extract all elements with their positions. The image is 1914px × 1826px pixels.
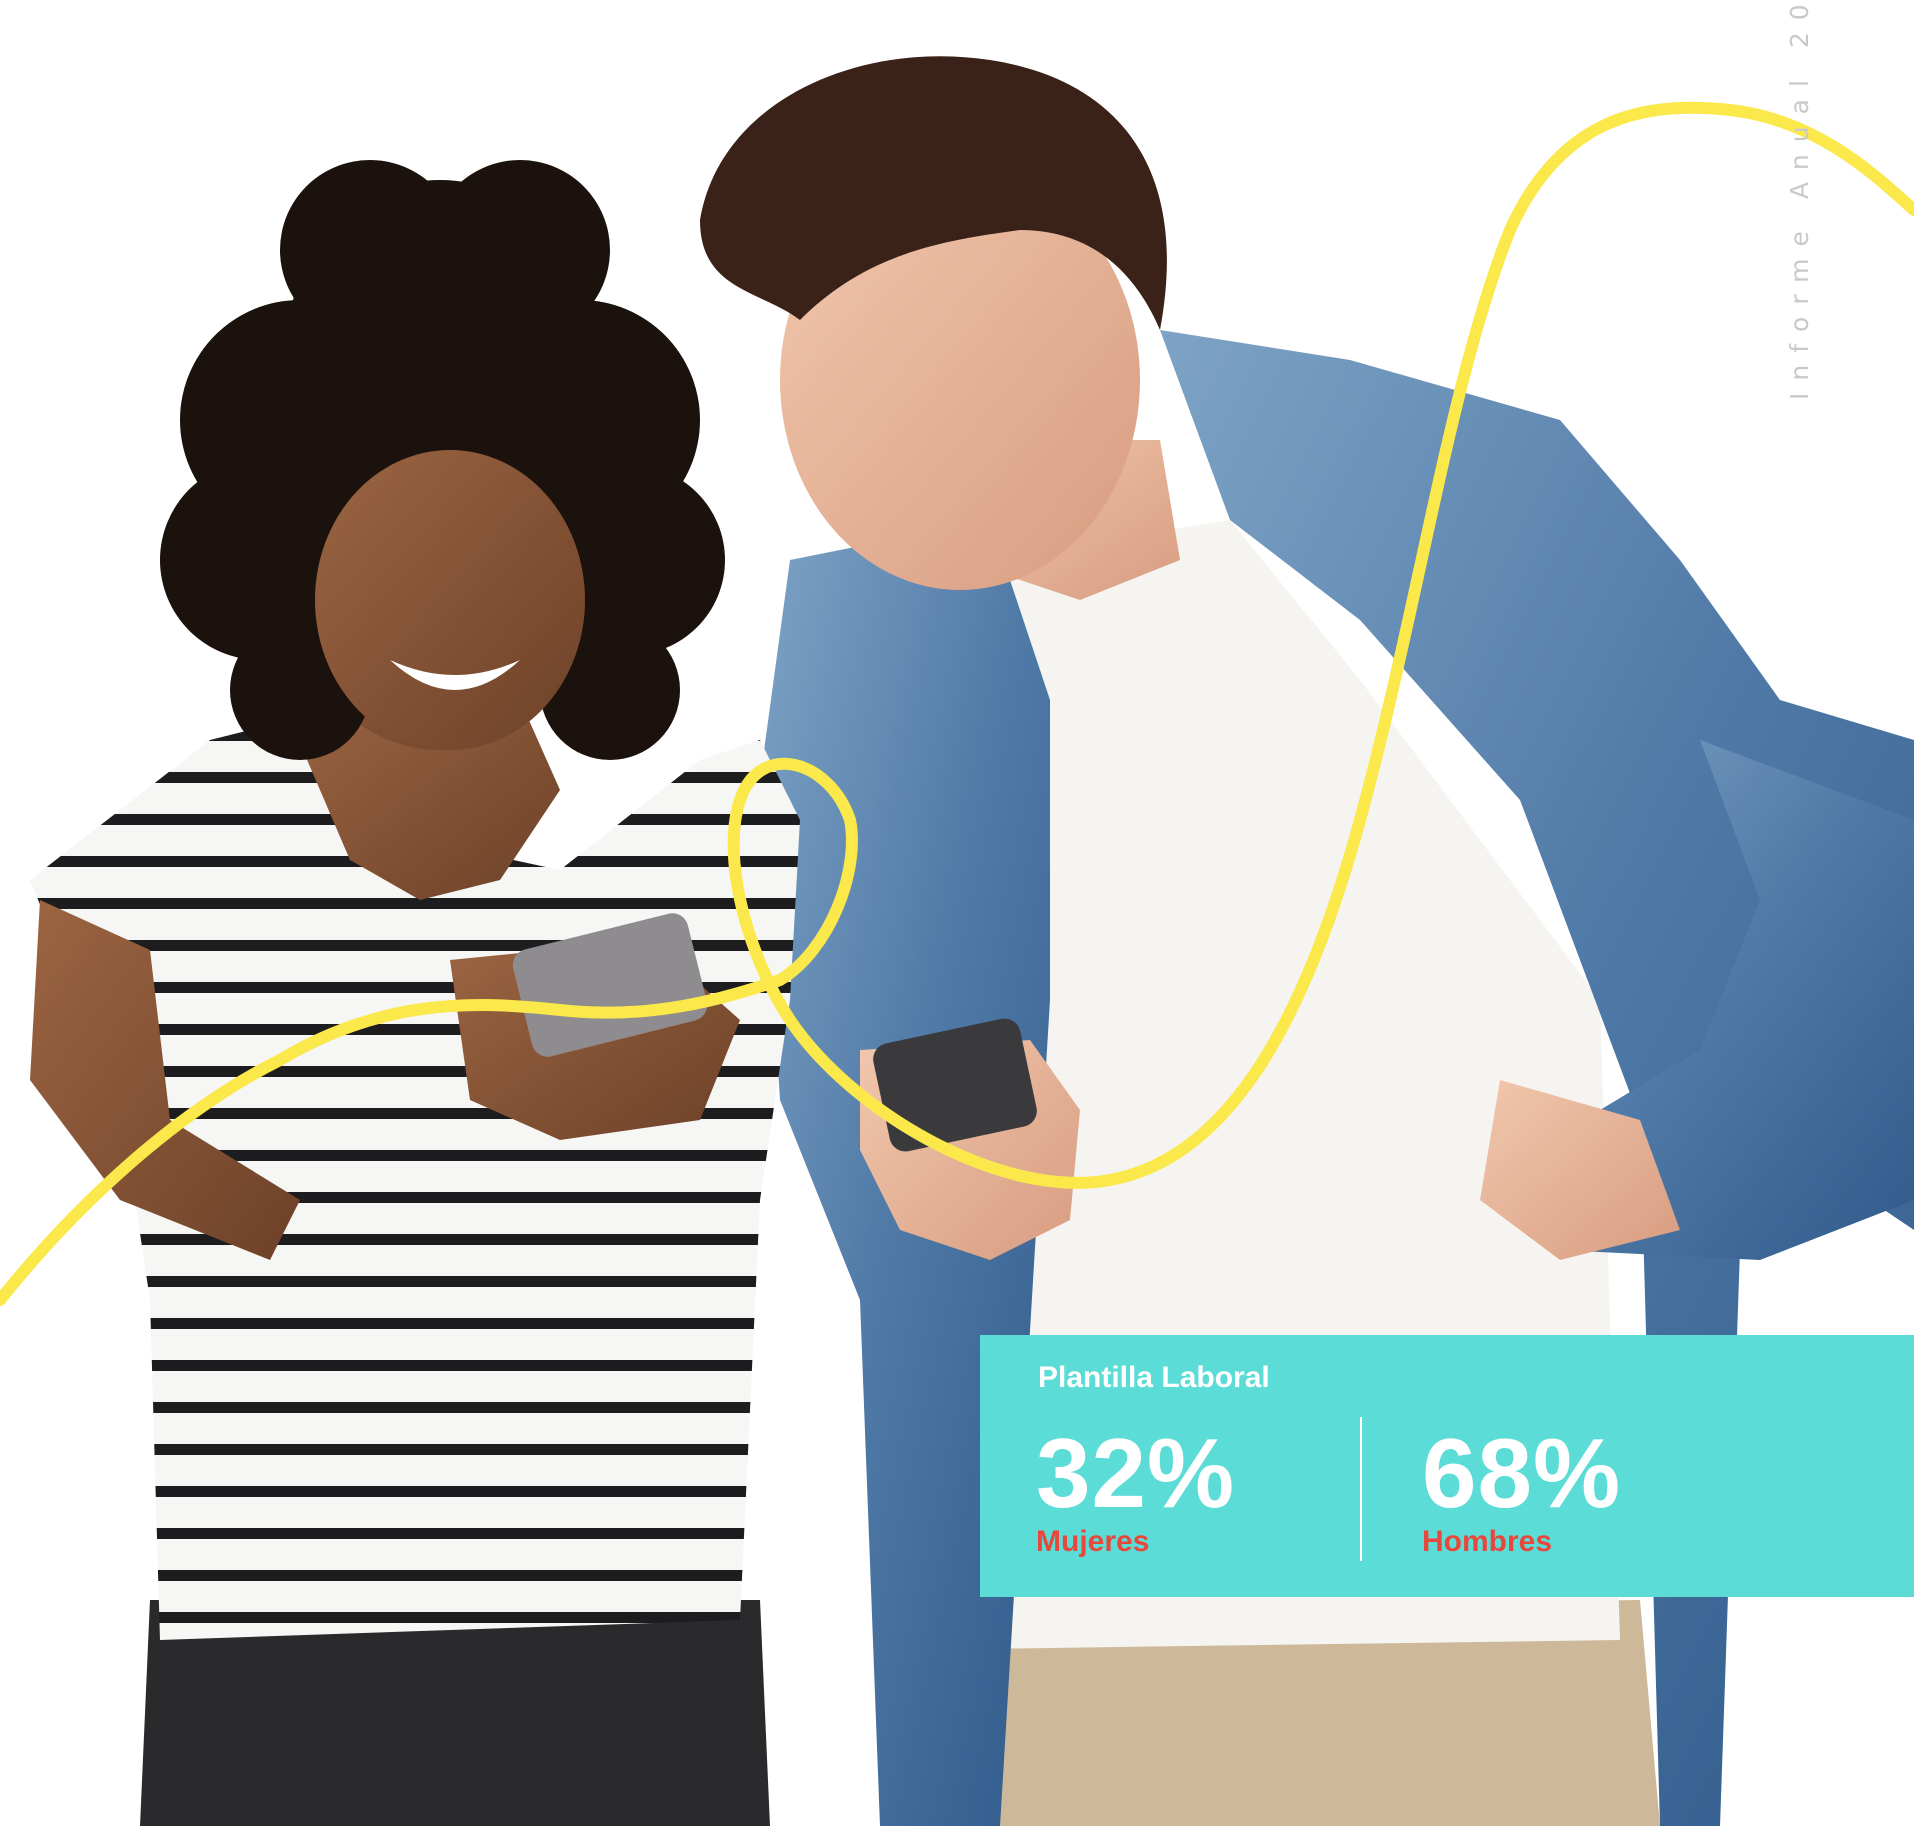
woman-figure [30,160,800,1826]
workforce-stats-panel: Plantilla Laboral 32% Mujeres 68% Hombre… [980,1335,1914,1597]
report-page: Informe Anual 2023 Plantilla Laboral 32%… [0,0,1914,1826]
women-stat: 32% Mujeres [1036,1423,1235,1559]
workforce-title: Plantilla Laboral [1038,1361,1270,1394]
report-side-caption: Informe Anual 2023 [1785,0,1814,400]
women-label: Mujeres [1036,1525,1150,1558]
men-label: Hombres [1422,1525,1553,1558]
women-percentage: 32% [1036,1418,1236,1528]
stats-divider [1360,1417,1362,1561]
men-percentage: 68% [1422,1418,1622,1528]
men-stat: 68% Hombres [1422,1423,1621,1559]
